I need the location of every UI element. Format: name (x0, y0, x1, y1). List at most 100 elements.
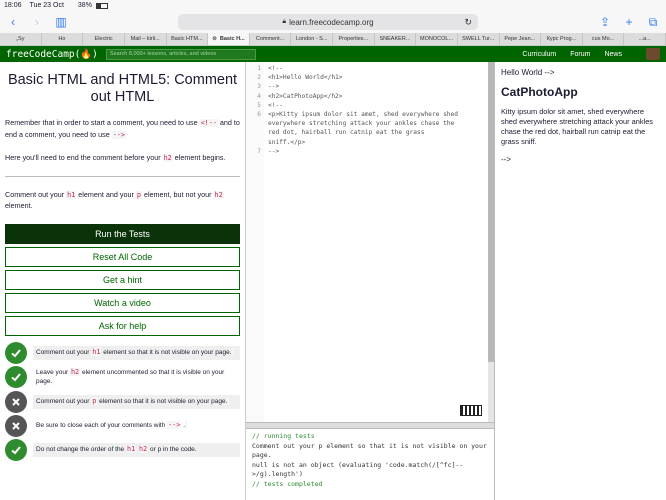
search-input[interactable]: Search 8,000+ lessons, articles, and vid… (105, 48, 256, 60)
tab-label: Ho (58, 36, 66, 42)
text: element. (5, 201, 33, 211)
code-line: <h2>CatPhotoApp</h2> (268, 92, 343, 100)
nav-link-curriculum[interactable]: Curriculum (522, 51, 556, 58)
text: Do not change the order of the (36, 446, 126, 454)
line-number: 6 (257, 110, 261, 118)
tab-label: SNEAKER... (379, 36, 411, 42)
code-content[interactable]: <!-- <h1>Hello World</h1> --> <h2>CatPhotoA… (264, 62, 488, 422)
code-line: everywhere stretching attack your ankles… (268, 120, 455, 128)
text: Here you'll need to end the comment befo… (5, 153, 163, 163)
reset-code-button[interactable]: Reset All Code (5, 246, 240, 267)
code-line: --> (268, 147, 280, 155)
tabs-icon[interactable]: ⧉ (646, 15, 660, 30)
browser-tab[interactable]: MONOCOL... (416, 33, 458, 45)
check-icon (5, 341, 27, 364)
get-hint-button[interactable]: Get a hint (5, 269, 240, 290)
test-item: Do not change the order of the h1 h2 or … (5, 439, 240, 462)
browser-tab[interactable]: cus Mo... (583, 33, 625, 45)
test-list: Comment out your h1 element so that it i… (5, 341, 240, 462)
fcc-logo[interactable]: freeCodeCamp(🔥) (6, 49, 98, 60)
tab-label: Basic H... (219, 36, 245, 42)
code-snippet: h1 (66, 190, 77, 199)
browser-tab[interactable]: Mail – kirli... (125, 33, 167, 45)
browser-tab[interactable]: „Sy (0, 33, 42, 45)
editor-scrollbar[interactable] (488, 62, 494, 422)
avatar[interactable] (646, 48, 660, 60)
bookmarks-icon[interactable]: ▥ (54, 15, 68, 29)
browser-tab[interactable]: Ho (42, 33, 84, 45)
code-editor[interactable]: 1234567 <!-- <h1>Hello World</h1> --> <h2>C… (246, 62, 494, 422)
tab-label: Pepe Jean... (504, 36, 536, 42)
browser-tab[interactable]: Comment... (250, 33, 292, 45)
line-numbers: 1 23456 7 (246, 62, 264, 422)
keyboard-icon[interactable] (460, 405, 482, 416)
watch-video-button[interactable]: Watch a video (5, 292, 240, 313)
test-item: Leave your h2 element uncommented so tha… (5, 365, 240, 390)
ask-help-button[interactable]: Ask for help (5, 315, 240, 336)
test-item: Be sure to close each of your comments w… (5, 415, 240, 438)
nav-link-forum[interactable]: Forum (570, 51, 590, 58)
browser-tab[interactable]: SNEAKER... (375, 33, 417, 45)
tab-label: Properties... (338, 36, 369, 42)
challenge-panel: Basic HTML and HTML5: Comment out HTML R… (0, 62, 246, 500)
browser-tab[interactable]: London - S... (291, 33, 333, 45)
line-number: 4 (257, 92, 261, 100)
line-number: 5 (257, 101, 261, 109)
code-line: red dot, hairball run catnip eat the gra… (268, 129, 425, 137)
code-snippet: h2 (69, 367, 81, 376)
cross-icon (5, 415, 27, 438)
preview-heading: CatPhotoApp (501, 85, 578, 99)
back-icon[interactable]: ‹ (6, 15, 20, 29)
browser-tab[interactable]: ⊗ Basic H... (208, 33, 250, 45)
description-p2: Here you'll need to end the comment befo… (5, 152, 240, 164)
test-output: // running tests Comment out your p elem… (246, 429, 494, 500)
preview-text: Hello World --> (501, 68, 555, 77)
output-line: // running tests (252, 432, 315, 440)
scroll-thumb[interactable] (488, 62, 494, 362)
close-tab-icon[interactable]: ⊗ (212, 36, 217, 42)
text: Leave your (36, 368, 70, 376)
browser-tab[interactable]: Курс Prog... (541, 33, 583, 45)
share-icon[interactable]: ⇪ (598, 15, 612, 29)
check-icon (5, 439, 27, 462)
tab-label: London - S... (295, 36, 328, 42)
preview-text: --> (501, 154, 511, 164)
code-line: <p>Kitty ipsum dolor sit amet, shed ever… (268, 110, 458, 118)
check-icon (5, 366, 27, 389)
text: element begins. (172, 153, 226, 163)
address-bar[interactable]: 🔒︎ learn.freecodecamp.org ↻ (178, 14, 478, 30)
line-number: 7 (257, 147, 261, 155)
new-tab-icon[interactable]: + (622, 15, 636, 29)
browser-tab[interactable]: ...a... (624, 33, 666, 45)
test-text: Be sure to close each of your comments w… (33, 419, 240, 434)
code-line: sniff.</p> (268, 138, 306, 146)
nav-link-news[interactable]: News (604, 51, 622, 58)
forward-icon[interactable]: › (30, 15, 44, 29)
browser-tab[interactable]: Properties... (333, 33, 375, 45)
browser-tab[interactable]: SWELL Tur... (458, 33, 500, 45)
cross-icon (5, 391, 27, 414)
line-number: 1 (257, 65, 261, 72)
fcc-navbar: freeCodeCamp(🔥) Search 8,000+ lessons, a… (0, 46, 666, 62)
line-number: 3 (257, 83, 261, 91)
tab-label: Basic HTM... (171, 36, 203, 42)
line-number (246, 119, 261, 128)
reload-icon[interactable]: ↻ (464, 17, 472, 28)
test-text: Do not change the order of the h1 h2 or … (33, 443, 240, 458)
instructions: Comment out your h1 element and your p e… (5, 189, 240, 212)
code-line: <!-- (268, 65, 283, 72)
browser-tab[interactable]: Basic HTM... (167, 33, 209, 45)
preview-paragraph: Kitty ipsum dolor sit amet, shed everywh… (501, 107, 653, 146)
description-p1: Remember that in order to start a commen… (5, 117, 240, 140)
run-tests-button[interactable]: Run the Tests (5, 223, 240, 244)
text: Comment out your (36, 398, 92, 406)
tab-label: SWELL Tur... (462, 36, 495, 42)
text: or p in the code. (148, 446, 197, 454)
date: Tue 23 Oct (29, 2, 64, 9)
text: Remember that in order to start a commen… (5, 118, 200, 128)
code-snippet (231, 347, 234, 356)
pane-divider[interactable] (246, 422, 494, 429)
browser-tab[interactable]: Electric (83, 33, 125, 45)
tab-label: MONOCOL... (420, 36, 454, 42)
browser-tab[interactable]: Pepe Jean... (500, 33, 542, 45)
